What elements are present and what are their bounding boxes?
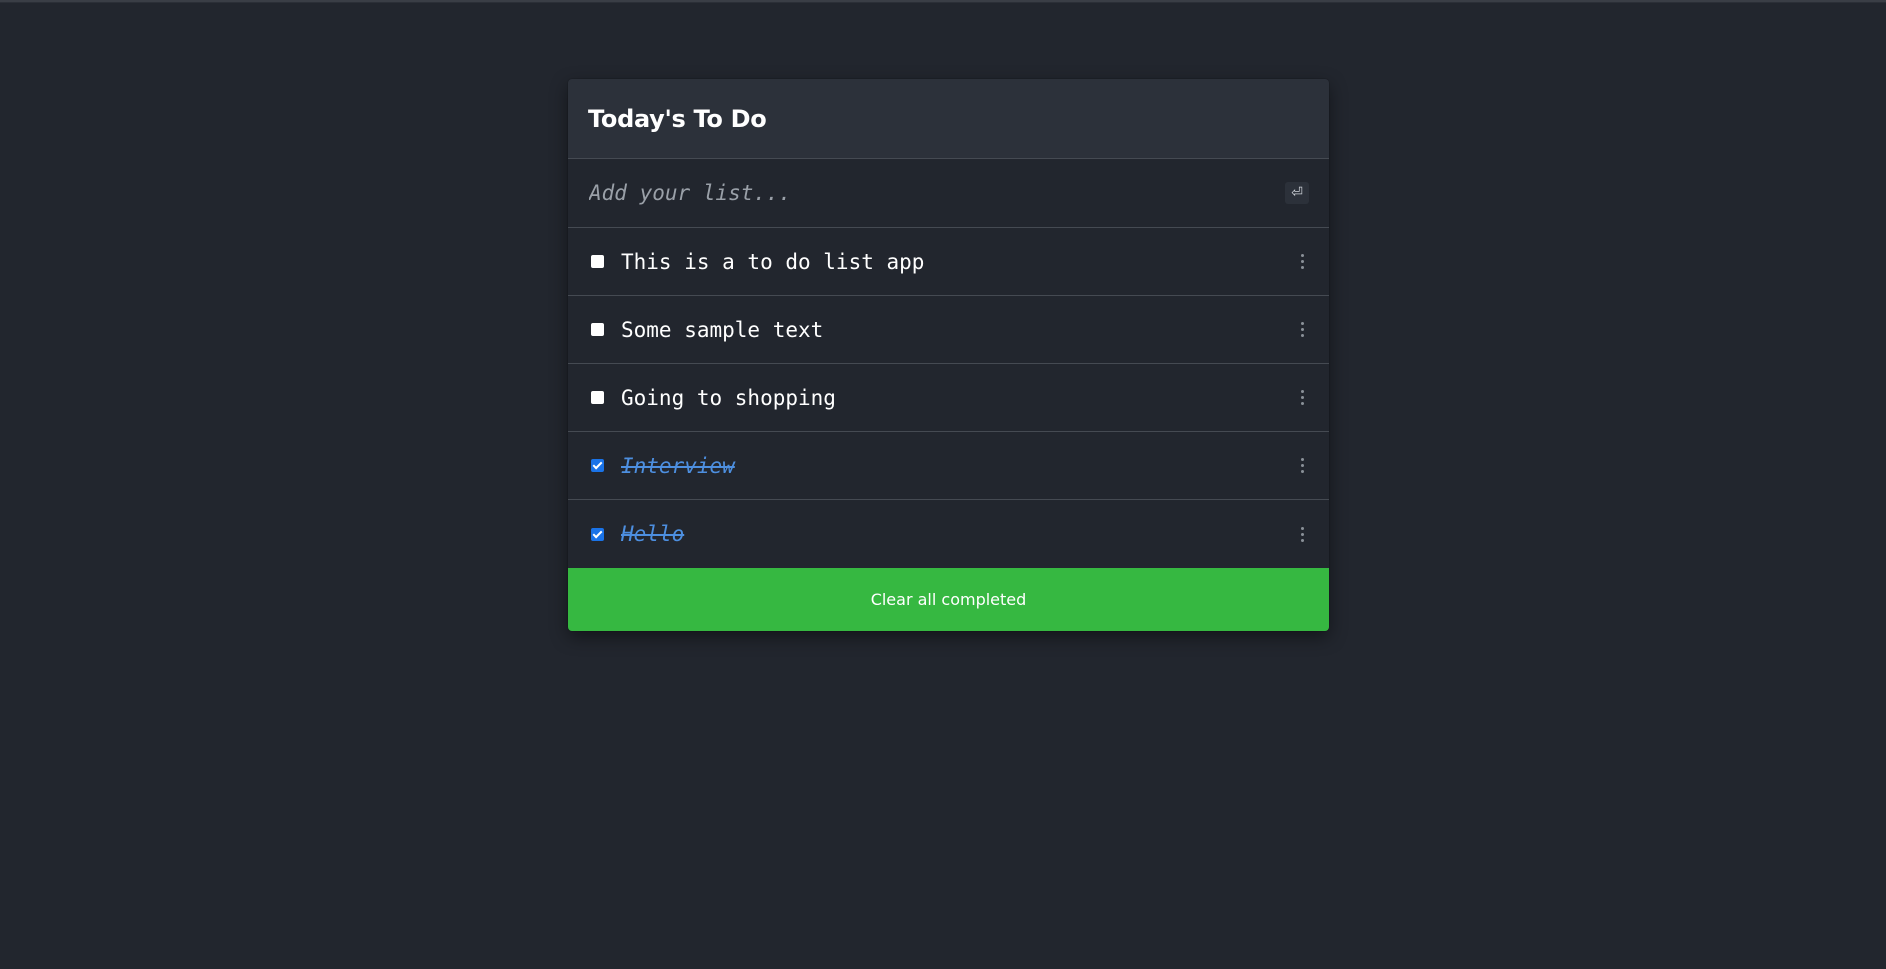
- todo-card: Today's To Do ⏎ This is a to do list app…: [568, 79, 1329, 631]
- more-vertical-icon[interactable]: [1295, 456, 1309, 476]
- page-title: Today's To Do: [588, 104, 767, 133]
- todo-item: Some sample text: [568, 296, 1329, 364]
- todo-text[interactable]: Hello: [621, 522, 1295, 546]
- add-todo-row: ⏎: [568, 159, 1329, 228]
- enter-icon[interactable]: ⏎: [1285, 182, 1309, 204]
- todo-text[interactable]: Going to shopping: [621, 386, 1295, 410]
- add-todo-input[interactable]: [589, 173, 1285, 213]
- todo-item: Interview: [568, 432, 1329, 500]
- more-vertical-icon[interactable]: [1295, 524, 1309, 544]
- todo-item: Going to shopping: [568, 364, 1329, 432]
- clear-completed-button[interactable]: Clear all completed: [568, 568, 1329, 631]
- more-vertical-icon[interactable]: [1295, 252, 1309, 272]
- todo-item: This is a to do list app: [568, 228, 1329, 296]
- more-vertical-icon[interactable]: [1295, 320, 1309, 340]
- todo-text[interactable]: Interview: [621, 454, 1295, 478]
- todo-text[interactable]: Some sample text: [621, 318, 1295, 342]
- more-vertical-icon[interactable]: [1295, 388, 1309, 408]
- todo-checkbox[interactable]: [591, 391, 604, 404]
- window-top-border: [0, 0, 1886, 3]
- todo-checkbox[interactable]: [591, 527, 604, 541]
- todo-item: Hello: [568, 500, 1329, 568]
- todo-checkbox[interactable]: [591, 255, 604, 268]
- todo-checkbox[interactable]: [591, 459, 604, 472]
- card-header: Today's To Do: [568, 79, 1329, 159]
- todo-list: This is a to do list app Some sample tex…: [568, 228, 1329, 568]
- todo-checkbox[interactable]: [591, 323, 604, 336]
- todo-text[interactable]: This is a to do list app: [621, 250, 1295, 274]
